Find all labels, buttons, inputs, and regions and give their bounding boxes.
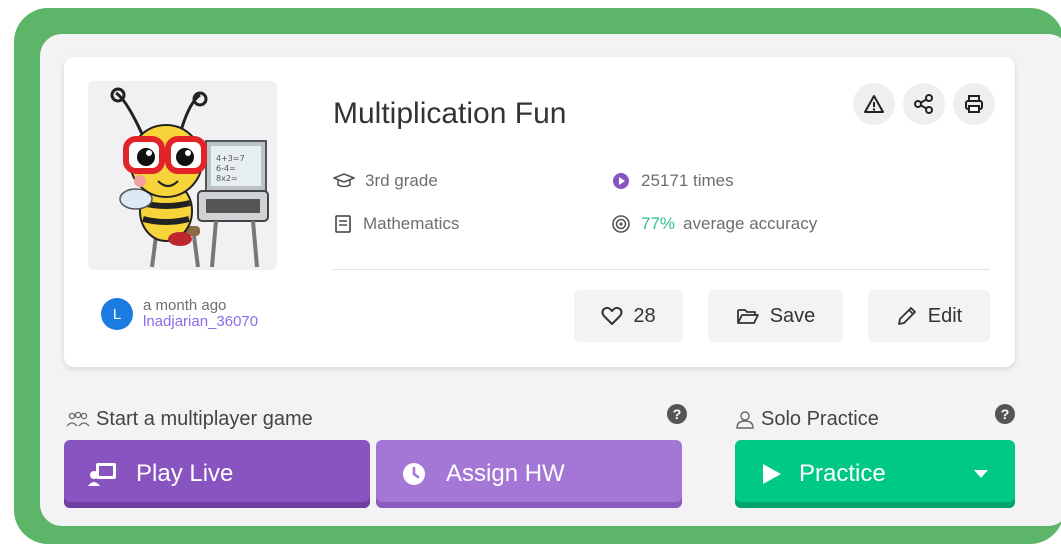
solo-label: Solo Practice (735, 408, 879, 431)
print-icon (965, 95, 983, 113)
accuracy-label: average accuracy (683, 214, 818, 233)
accuracy-value: 77% (641, 214, 676, 233)
avatar: L (101, 298, 133, 330)
target-icon (612, 215, 630, 233)
report-button[interactable] (853, 83, 895, 125)
folder-icon (736, 309, 759, 324)
accuracy-info: 77% average accuracy (611, 214, 817, 234)
pencil-icon (897, 307, 916, 325)
bee-illustration: 4+3=7 6-4= 8x2= (110, 87, 269, 268)
author-info[interactable]: L a month ago lnadjarian_36070 (101, 298, 258, 330)
quiz-thumbnail: 4+3=7 6-4= 8x2= (88, 81, 277, 270)
assign-hw-button[interactable]: Assign HW (376, 440, 682, 508)
play-icon (763, 464, 781, 484)
warning-icon (864, 95, 884, 113)
book-icon (335, 215, 351, 233)
multiplayer-label: Start a multiplayer game (66, 408, 313, 431)
clock-icon (403, 463, 425, 485)
caret-down-icon[interactable] (973, 469, 989, 479)
card-divider (333, 269, 990, 270)
play-live-label: Play Live (136, 460, 234, 487)
share-button[interactable] (903, 83, 945, 125)
multiplayer-label-text: Start a multiplayer game (96, 408, 313, 430)
grade-text: 3rd grade (365, 171, 438, 190)
svg-text:8x2=: 8x2= (216, 174, 238, 183)
svg-text:4+3=7: 4+3=7 (216, 154, 245, 163)
subject-text: Mathematics (363, 214, 460, 233)
share-icon (914, 94, 933, 114)
practice-button[interactable]: Practice (735, 440, 1015, 508)
multiplayer-help-icon[interactable]: ? (667, 404, 687, 424)
people-icon (66, 411, 90, 426)
subject-info: Mathematics (333, 214, 459, 234)
like-count: 28 (633, 304, 656, 327)
practice-label: Practice (799, 460, 886, 487)
play-live-button[interactable]: Play Live (64, 440, 370, 508)
solo-label-text: Solo Practice (761, 408, 879, 430)
person-icon (736, 410, 754, 429)
graduation-cap-icon (333, 173, 355, 188)
like-button[interactable]: 28 (574, 290, 683, 342)
save-button[interactable]: Save (708, 290, 843, 342)
svg-text:6-4=: 6-4= (216, 164, 236, 173)
plays-info: 25171 times (611, 171, 734, 191)
edit-label: Edit (927, 304, 963, 327)
save-label: Save (769, 304, 816, 327)
assign-hw-label: Assign HW (446, 460, 565, 487)
grade-info: 3rd grade (333, 171, 438, 191)
plays-text: 25171 times (641, 171, 734, 190)
screen-share-icon (88, 463, 116, 486)
heart-icon (601, 306, 623, 325)
play-circle-icon (613, 173, 629, 189)
created-time: a month ago (143, 297, 227, 314)
edit-button[interactable]: Edit (868, 290, 990, 342)
solo-help-icon[interactable]: ? (995, 404, 1015, 424)
quiz-title: Multiplication Fun (333, 97, 567, 130)
author-username[interactable]: lnadjarian_36070 (143, 314, 258, 330)
print-button[interactable] (953, 83, 995, 125)
